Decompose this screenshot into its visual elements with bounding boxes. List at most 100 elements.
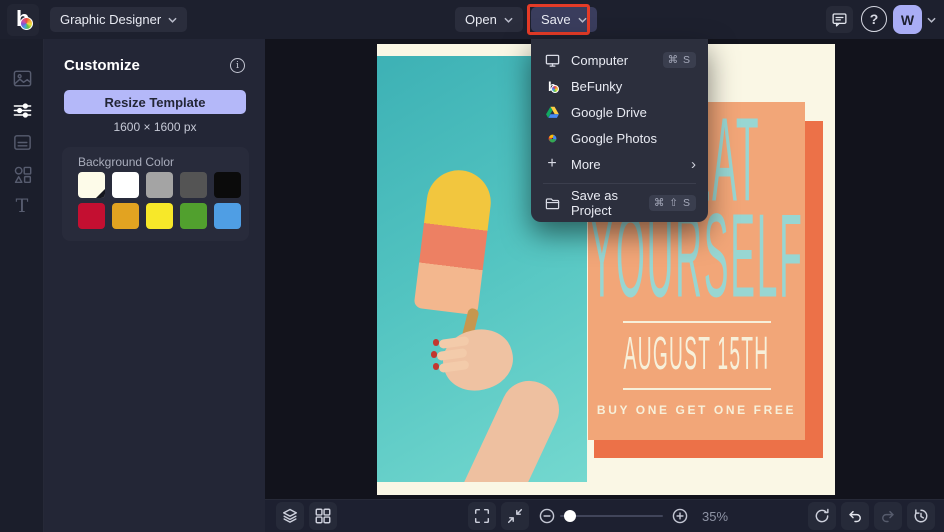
- question-mark-icon: ?: [870, 11, 879, 27]
- reset-button[interactable]: [808, 502, 836, 530]
- swatch-dark-gray[interactable]: [180, 172, 207, 198]
- google-drive-icon: [544, 104, 560, 120]
- app-mode-menu[interactable]: Graphic Designer: [50, 7, 187, 32]
- swatch-black[interactable]: [214, 172, 241, 198]
- chevron-down-icon: [168, 17, 177, 23]
- canvas-dimensions-label: 1600 × 1600 px: [64, 120, 246, 134]
- befunky-logo[interactable]: b: [7, 4, 39, 36]
- background-color-card: Background Color: [62, 147, 249, 241]
- fit-screen-icon: [506, 507, 524, 525]
- plus-circle-icon: [671, 507, 689, 525]
- zoom-slider-knob[interactable]: [564, 510, 576, 522]
- shortcut-badge: ⌘ S: [663, 52, 696, 68]
- chevron-down-icon: [578, 17, 587, 23]
- menu-item-label: More: [571, 157, 691, 172]
- undo-button[interactable]: [841, 502, 869, 530]
- rotate-icon: [813, 507, 831, 525]
- save-button[interactable]: Save: [531, 7, 597, 32]
- menu-item-more[interactable]: + More ›: [531, 151, 708, 177]
- zoom-level-label: 35%: [702, 509, 748, 524]
- history-button[interactable]: [907, 502, 935, 530]
- save-dropdown-menu: Computer ⌘ S b BeFunky Google Drive: [531, 39, 708, 222]
- shapes-icon: [12, 164, 33, 185]
- minus-circle-icon: [538, 507, 556, 525]
- swatch-green[interactable]: [180, 203, 207, 229]
- help-button[interactable]: ?: [861, 6, 887, 32]
- befunky-icon: b: [544, 78, 560, 94]
- swatch-gray[interactable]: [146, 172, 173, 198]
- poster-offer-text[interactable]: BUY ONE GET ONE FREE: [588, 403, 805, 417]
- fullscreen-button[interactable]: [468, 502, 496, 530]
- sliders-icon: [12, 100, 33, 121]
- popsicle-illustration: [414, 167, 495, 316]
- zoom-in-button[interactable]: [666, 502, 694, 530]
- menu-item-computer[interactable]: Computer ⌘ S: [531, 47, 708, 73]
- poster-date-text[interactable]: AUGUST 15TH: [629, 321, 764, 387]
- menu-divider: [543, 183, 696, 184]
- canvas-toolbar: 35%: [265, 499, 944, 532]
- text-tool-icon: T: [16, 195, 29, 217]
- swatch-blue[interactable]: [214, 203, 241, 229]
- panel-title: Customize: [64, 57, 140, 74]
- rail-item-templates[interactable]: [10, 130, 34, 154]
- open-button-label: Open: [465, 12, 497, 27]
- pages-button[interactable]: [309, 502, 337, 530]
- plus-icon: +: [544, 156, 560, 172]
- menu-item-label: BeFunky: [571, 79, 696, 94]
- account-chevron-down-icon[interactable]: [927, 17, 936, 23]
- redo-icon: [879, 507, 897, 525]
- save-button-label: Save: [541, 12, 571, 27]
- tool-rail: T: [0, 39, 44, 532]
- swatch-orange[interactable]: [112, 203, 139, 229]
- app-mode-label: Graphic Designer: [60, 12, 161, 27]
- account-avatar[interactable]: W: [893, 5, 922, 34]
- layers-button[interactable]: [276, 502, 304, 530]
- hand: [437, 322, 519, 397]
- open-button[interactable]: Open: [455, 7, 523, 32]
- monitor-icon: [544, 52, 560, 68]
- menu-item-label: Save as Project: [571, 188, 649, 218]
- shortcut-badge: ⌘ ⇧ S: [649, 195, 696, 211]
- chevron-right-icon: ›: [691, 157, 696, 172]
- redo-button[interactable]: [874, 502, 902, 530]
- swatch-cream-current[interactable]: [78, 172, 105, 198]
- layout-icon: [12, 132, 33, 153]
- poster-divider-line: [623, 388, 771, 390]
- rail-item-text[interactable]: T: [10, 194, 34, 218]
- customize-panel: Customize i Resize Template 1600 × 1600 …: [44, 39, 265, 532]
- swatch-yellow[interactable]: [146, 203, 173, 229]
- rail-item-customize[interactable]: [10, 98, 34, 122]
- fit-to-screen-button[interactable]: [501, 502, 529, 530]
- grid-icon: [314, 507, 332, 525]
- chevron-down-icon: [504, 17, 513, 23]
- rail-item-graphics[interactable]: [10, 162, 34, 186]
- zoom-slider[interactable]: [560, 515, 663, 517]
- menu-item-befunky[interactable]: b BeFunky: [531, 73, 708, 99]
- swatch-fold-corner: [96, 189, 105, 198]
- folder-icon: [544, 195, 560, 211]
- resize-template-button[interactable]: Resize Template: [64, 90, 246, 114]
- menu-item-google-drive[interactable]: Google Drive: [531, 99, 708, 125]
- layers-icon: [281, 507, 299, 525]
- avatar-initial: W: [901, 12, 914, 28]
- info-icon[interactable]: i: [230, 58, 245, 73]
- undo-icon: [846, 507, 864, 525]
- fingernail: [433, 363, 439, 370]
- comment-icon: [831, 11, 848, 28]
- history-icon: [912, 507, 930, 525]
- swatch-white[interactable]: [112, 172, 139, 198]
- menu-item-label: Google Drive: [571, 105, 696, 120]
- google-photos-icon: [544, 130, 560, 146]
- feedback-button[interactable]: [826, 6, 853, 33]
- menu-item-label: Computer: [571, 53, 663, 68]
- zoom-out-button[interactable]: [533, 502, 561, 530]
- header-bar: b Graphic Designer Open Save ? W: [0, 0, 944, 39]
- menu-item-label: Google Photos: [571, 131, 696, 146]
- rail-item-image-manager[interactable]: [10, 66, 34, 90]
- befunky-graphic-designer-app: b Graphic Designer Open Save ? W: [0, 0, 944, 532]
- swatch-crimson[interactable]: [78, 203, 105, 229]
- menu-item-google-photos[interactable]: Google Photos: [531, 125, 708, 151]
- menu-item-save-as-project[interactable]: Save as Project ⌘ ⇧ S: [531, 190, 708, 216]
- background-color-label: Background Color: [78, 155, 174, 169]
- fullscreen-icon: [473, 507, 491, 525]
